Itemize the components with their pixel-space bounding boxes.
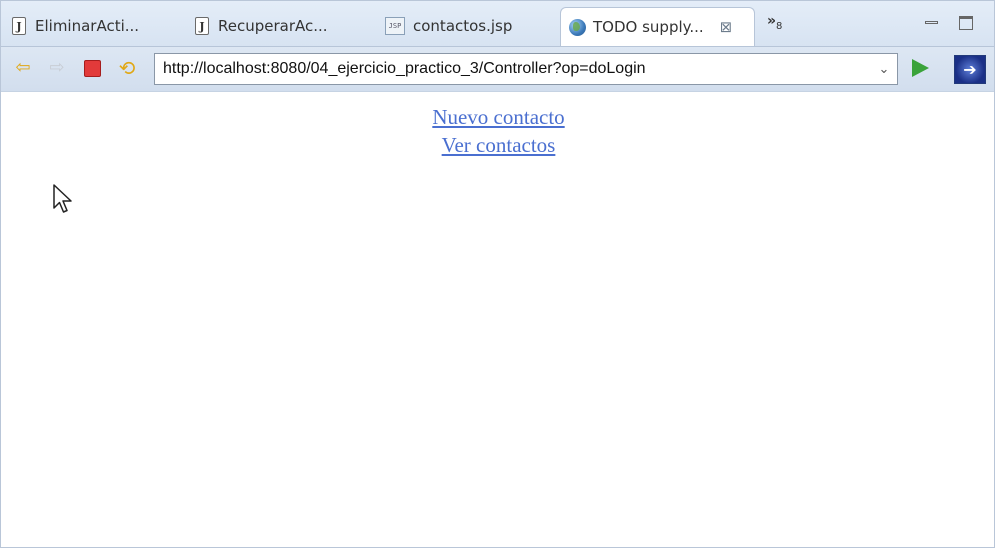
tab-recuperar-ac[interactable]: J RecuperarAc...: [195, 9, 328, 43]
url-text: http://localhost:8080/04_ejercicio_pract…: [163, 60, 646, 77]
open-external-browser-icon[interactable]: ➔: [954, 55, 986, 84]
refresh-icon[interactable]: ⟲: [116, 57, 138, 79]
tab-label: RecuperarAc...: [218, 17, 328, 35]
chevron-down-icon[interactable]: ⌄: [871, 61, 897, 77]
tab-label: contactos.jsp: [413, 17, 513, 35]
jsp-file-icon: JSP: [385, 17, 405, 35]
page-content: Nuevo contacto Ver contactos: [1, 92, 994, 547]
maximize-button[interactable]: [959, 16, 973, 30]
tab-todo-supply[interactable]: TODO supply... ⊠: [560, 7, 755, 46]
back-arrow-icon[interactable]: ⇦: [12, 57, 34, 79]
browser-window: J EliminarActi... J RecuperarAc... JSP c…: [0, 0, 995, 548]
tab-label: TODO supply...: [593, 18, 704, 36]
browser-toolbar: ⇦ ⇨ ⟲ http://localhost:8080/04_ejercicio…: [1, 47, 994, 92]
java-file-icon: J: [12, 17, 26, 35]
java-file-icon: J: [195, 17, 209, 35]
ver-contactos-link[interactable]: Ver contactos: [442, 131, 556, 159]
nuevo-contacto-link[interactable]: Nuevo contacto: [432, 103, 564, 131]
tab-overflow-button[interactable]: »8: [767, 13, 782, 32]
double-chevron-icon: »: [767, 13, 777, 29]
link-list: Nuevo contacto Ver contactos: [1, 103, 995, 159]
url-field[interactable]: http://localhost:8080/04_ejercicio_pract…: [154, 53, 898, 85]
tab-eliminar-acti[interactable]: J EliminarActi...: [12, 9, 139, 43]
stop-icon[interactable]: [84, 60, 101, 77]
tab-contactos-jsp[interactable]: JSP contactos.jsp: [385, 9, 512, 43]
hidden-tab-count: 8: [776, 20, 783, 32]
editor-tab-bar: J EliminarActi... J RecuperarAc... JSP c…: [1, 1, 994, 47]
forward-arrow-icon[interactable]: ⇨: [46, 57, 68, 79]
go-play-icon[interactable]: [912, 59, 929, 77]
globe-icon: [569, 18, 586, 36]
minimize-button[interactable]: [925, 21, 938, 24]
close-icon[interactable]: ⊠: [720, 18, 733, 36]
tab-label: EliminarActi...: [35, 17, 140, 35]
mouse-cursor-icon: [53, 184, 72, 213]
